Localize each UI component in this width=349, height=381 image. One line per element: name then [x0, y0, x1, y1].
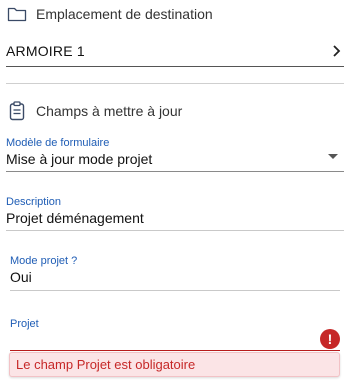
mode-projet-underline — [10, 290, 340, 291]
section-divider — [6, 83, 344, 84]
mode-projet-label: Mode projet ? — [10, 255, 78, 267]
form-model-label: Modèle de formulaire — [6, 137, 110, 149]
projet-error-message: Le champ Projet est obligatoire — [9, 352, 340, 377]
error-icon: ! — [320, 329, 340, 349]
fields-section-title: Champs à mettre à jour — [36, 103, 183, 119]
destination-value: ARMOIRE 1 — [6, 43, 85, 59]
destination-section-header: Emplacement de destination — [6, 3, 213, 25]
projet-field[interactable]: Projet ! — [10, 318, 340, 352]
projet-underline — [10, 350, 340, 351]
description-underline — [6, 230, 344, 231]
clipboard-icon — [6, 100, 28, 122]
destination-section-title: Emplacement de destination — [36, 6, 213, 22]
dropdown-arrow-icon — [328, 154, 338, 159]
form-model-select[interactable]: Modèle de formulaire Mise à jour mode pr… — [6, 137, 344, 173]
description-label: Description — [6, 196, 62, 208]
mode-projet-field[interactable]: Mode projet ? Oui — [10, 255, 340, 291]
destination-underline — [6, 66, 344, 67]
description-field[interactable]: Description Projet déménagement — [6, 196, 344, 232]
form-model-value: Mise à jour mode projet — [6, 151, 153, 167]
chevron-right-icon — [330, 44, 344, 58]
fields-section-header: Champs à mettre à jour — [6, 100, 182, 122]
destination-selector[interactable]: ARMOIRE 1 — [6, 36, 344, 66]
mode-projet-value: Oui — [10, 269, 32, 285]
folder-icon — [6, 3, 28, 25]
form-model-underline — [6, 171, 344, 172]
description-value: Projet déménagement — [6, 210, 144, 226]
projet-error-text: Le champ Projet est obligatoire — [16, 357, 196, 372]
projet-label: Projet — [10, 318, 39, 330]
